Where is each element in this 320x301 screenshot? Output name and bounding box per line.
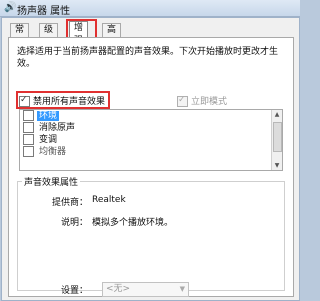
scroll-thumb[interactable] (273, 122, 282, 152)
provider-label: 提供商： (51, 198, 88, 208)
setting-value: <无> (106, 284, 131, 294)
list-item[interactable]: 消除原声 (20, 122, 282, 134)
provider-value: Realtek (92, 195, 126, 205)
description-value: 模拟多个播放环境。 (92, 218, 174, 228)
effects-list[interactable]: 环境 消除原声 变调 均衡器 ▲ ▼ (19, 109, 283, 171)
description-text: 选择适用于当前扬声器配置的声音效果。下次开始播放时更改才生效。 (17, 47, 279, 69)
effect-checkbox[interactable] (23, 110, 34, 121)
list-item[interactable]: 变调 (20, 134, 282, 146)
effect-checkbox[interactable] (23, 134, 34, 145)
tab-general[interactable]: 常规 (10, 23, 30, 48)
window-title: 扬声器 属性 (17, 6, 71, 17)
speaker-icon: 🔊 (4, 2, 17, 13)
effect-properties-group: 声音效果属性 提供商： Realtek 说明： 模拟多个播放环境。 设置： <无… (17, 175, 285, 297)
setting-label: 设置： (60, 286, 88, 296)
tab-levels[interactable]: 级别 (39, 23, 59, 48)
effects-scrollbar[interactable]: ▲ ▼ (271, 110, 282, 170)
setting-dropdown: <无> ▼ (102, 282, 189, 297)
effect-label: 消除原声 (39, 123, 76, 133)
list-item[interactable]: 环境 (20, 110, 282, 122)
disable-all-effects-option[interactable]: 禁用所有声音效果 (19, 94, 105, 107)
disable-all-checkbox[interactable] (19, 95, 30, 107)
properties-dialog: 常规 级别 增强 高级 选择适用于当前扬声器配置的声音效果。下次开始播放时更改才… (1, 17, 300, 301)
tab-advanced[interactable]: 高级 (102, 23, 122, 48)
immediate-mode-checkbox (177, 95, 188, 107)
title-bar: 🔊 扬声器 属性 (0, 0, 300, 17)
effect-checkbox[interactable] (23, 146, 34, 157)
scroll-down-icon[interactable]: ▼ (273, 161, 281, 170)
enhancements-panel: 选择适用于当前扬声器配置的声音效果。下次开始播放时更改才生效。 禁用所有声音效果… (8, 37, 294, 297)
effect-checkbox[interactable] (23, 122, 34, 133)
immediate-mode-label: 立即模式 (191, 97, 228, 107)
tab-enhancements[interactable]: 增强 (69, 21, 89, 46)
effect-properties-title: 声音效果属性 (22, 175, 81, 188)
chevron-down-icon: ▼ (179, 285, 185, 293)
immediate-mode-option: 立即模式 (177, 94, 227, 107)
effect-label: 均衡器 (39, 147, 67, 157)
disable-all-label: 禁用所有声音效果 (33, 97, 106, 107)
scroll-up-icon[interactable]: ▲ (273, 110, 281, 119)
description-label: 说明： (60, 218, 88, 228)
list-item[interactable]: 均衡器 (20, 146, 282, 158)
effect-label: 变调 (39, 135, 58, 145)
effect-label: 环境 (37, 111, 60, 121)
